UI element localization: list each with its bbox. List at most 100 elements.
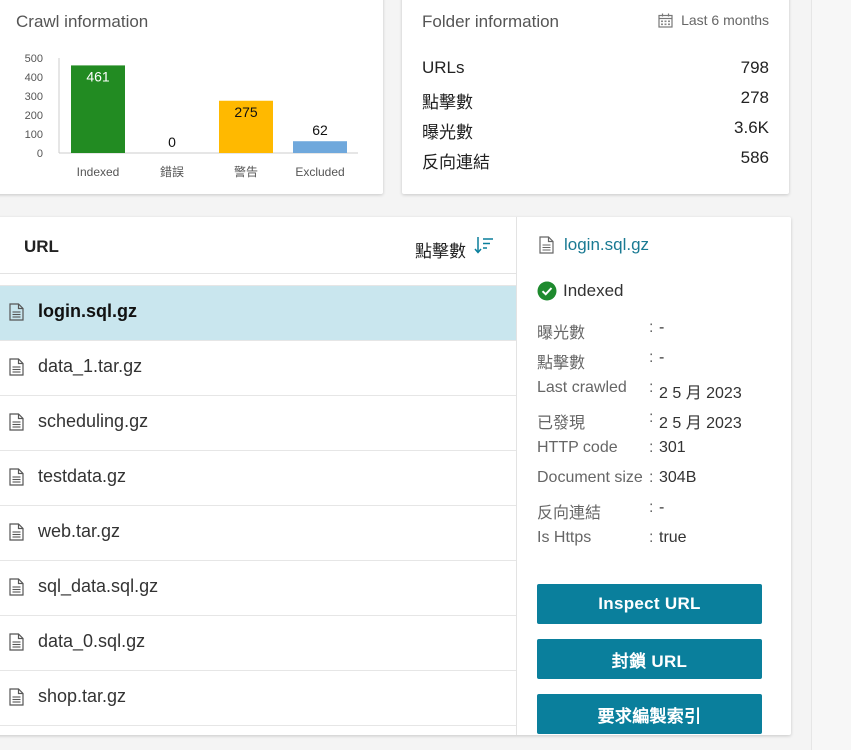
x-category-label: Indexed bbox=[77, 165, 120, 179]
request-indexing-button[interactable]: 要求編製索引 bbox=[537, 694, 762, 734]
file-icon bbox=[9, 523, 24, 546]
detail-field: 曝光數: - bbox=[537, 319, 777, 343]
detail-field-label: Is Https bbox=[537, 529, 592, 546]
detail-field-sep: : bbox=[649, 499, 654, 516]
detail-field-value: 2 5 月 2023 bbox=[659, 385, 742, 402]
date-range-selector[interactable]: Last 6 months bbox=[658, 12, 769, 28]
detail-header: login.sql.gz bbox=[539, 235, 649, 255]
detail-field-sep: : bbox=[649, 529, 654, 546]
file-icon bbox=[9, 688, 24, 711]
folder-stat-urls: URLs 798 bbox=[422, 58, 769, 80]
table-row[interactable]: sql_data.sql.gz bbox=[0, 561, 516, 616]
detail-field-value: - bbox=[659, 499, 665, 516]
detail-field: Last crawled:2 5 月 2023 bbox=[537, 379, 777, 403]
detail-field-sep: : bbox=[649, 439, 654, 456]
url-list-header: URL 點擊數 bbox=[0, 217, 516, 274]
detail-field-label: HTTP code bbox=[537, 439, 618, 456]
check-circle-icon bbox=[537, 281, 557, 301]
folder-info-title: Folder information bbox=[422, 12, 560, 31]
detail-field-value: - bbox=[659, 319, 665, 336]
stat-value: 278 bbox=[740, 88, 769, 107]
page-gutter bbox=[811, 0, 851, 750]
column-header-url[interactable]: URL bbox=[24, 237, 59, 257]
detail-field: 已發現:2 5 月 2023 bbox=[537, 409, 777, 433]
x-category-label: 錯誤 bbox=[160, 164, 184, 179]
y-tick-label: 400 bbox=[25, 72, 43, 84]
stat-label: URLs bbox=[422, 58, 465, 77]
detail-file-link[interactable]: login.sql.gz bbox=[564, 235, 649, 255]
detail-field-sep: : bbox=[649, 469, 654, 486]
bar[interactable] bbox=[293, 141, 347, 153]
table-row[interactable]: login.sql.gz bbox=[0, 286, 516, 341]
x-category-label: 警告 bbox=[234, 164, 258, 179]
x-category-label: Excluded bbox=[295, 165, 344, 179]
bar-value-label: 275 bbox=[234, 104, 258, 120]
block-url-button[interactable]: 封鎖 URL bbox=[537, 639, 762, 679]
row-file-name: testdata.gz bbox=[38, 466, 127, 486]
row-file-name: login.sql.gz bbox=[38, 301, 137, 321]
bar-value-label: 0 bbox=[168, 134, 176, 150]
column-header-clicks[interactable]: 點擊數 bbox=[415, 237, 466, 262]
detail-field-label: 曝光數 bbox=[537, 325, 586, 342]
detail-field-sep: : bbox=[649, 409, 654, 426]
url-list-body[interactable]: wp-content2023.gz login.sql.gz data_1.tar.… bbox=[0, 274, 516, 735]
table-row[interactable]: web.tar.gz bbox=[0, 506, 516, 561]
index-status: Indexed bbox=[537, 281, 624, 301]
file-icon bbox=[9, 413, 24, 436]
stat-value: 586 bbox=[740, 148, 769, 167]
detail-field-sep: : bbox=[649, 379, 654, 396]
detail-field: Document size:304B bbox=[537, 469, 777, 493]
detail-field-label: 反向連結 bbox=[537, 505, 602, 522]
date-range-label: Last 6 months bbox=[681, 12, 769, 28]
detail-field-value: 2 5 月 2023 bbox=[659, 415, 742, 432]
row-file-name: scheduling.gz bbox=[38, 411, 149, 431]
y-tick-label: 100 bbox=[25, 129, 43, 141]
file-icon bbox=[539, 236, 554, 254]
bar-value-label: 62 bbox=[312, 122, 328, 138]
folder-stat-clicks: 點擊數 278 bbox=[422, 88, 769, 112]
row-file-name: web.tar.gz bbox=[38, 521, 121, 541]
stat-label: 反向連結 bbox=[422, 153, 490, 172]
url-detail-pane: login.sql.gz Indexed 曝光數: - 點擊數: - Last craw… bbox=[516, 217, 791, 735]
file-icon bbox=[9, 358, 24, 381]
stat-value: 3.6K bbox=[734, 118, 769, 137]
url-list-card: URL 點擊數 wp-content2023.gz login.sql.gz dat… bbox=[0, 217, 791, 735]
detail-field: Is Https: true bbox=[537, 529, 777, 553]
file-icon bbox=[9, 633, 24, 656]
table-row[interactable]: scheduling.gz bbox=[0, 396, 516, 451]
y-tick-label: 200 bbox=[25, 110, 43, 122]
row-file-name: data_1.tar.gz bbox=[38, 356, 143, 376]
file-icon bbox=[9, 303, 24, 326]
table-row[interactable]: data_1.tar.gz bbox=[0, 341, 516, 396]
detail-field-label: Last crawled bbox=[537, 379, 627, 396]
detail-field-label: 已發現 bbox=[537, 415, 586, 432]
detail-field-sep: : bbox=[649, 319, 654, 336]
file-icon bbox=[9, 578, 24, 601]
inspect-url-button[interactable]: Inspect URL bbox=[537, 584, 762, 624]
detail-field-value: 304B bbox=[659, 469, 697, 486]
y-tick-label: 500 bbox=[25, 53, 43, 65]
detail-field-label: 點擊數 bbox=[537, 355, 586, 372]
detail-field-sep: : bbox=[649, 349, 654, 366]
detail-field: HTTP code:301 bbox=[537, 439, 777, 463]
stat-label: 曝光數 bbox=[422, 123, 473, 142]
file-icon bbox=[9, 468, 24, 491]
table-row[interactable]: data_0.sql.gz bbox=[0, 616, 516, 671]
detail-field-value: - bbox=[659, 349, 665, 366]
row-file-name: data_0.sql.gz bbox=[38, 631, 146, 651]
table-row[interactable]: wp-content2023.gz bbox=[0, 274, 516, 286]
calendar-icon bbox=[658, 13, 673, 28]
y-tick-label: 300 bbox=[25, 91, 43, 103]
stat-value: 798 bbox=[740, 58, 769, 77]
url-list-pane: URL 點擊數 wp-content2023.gz login.sql.gz dat… bbox=[0, 217, 516, 735]
table-row[interactable]: shop.tar.gz bbox=[0, 671, 516, 726]
sort-descending-icon[interactable] bbox=[474, 235, 494, 260]
row-file-name: shop.tar.gz bbox=[38, 686, 127, 706]
crawl-bar-chart: 0 100 200 300 400 500 461 Indexed 0 錯誤 275 警告 62 Excl… bbox=[25, 53, 358, 179]
row-file-name: sql_data.sql.gz bbox=[38, 576, 159, 596]
folder-stat-impressions: 曝光數 3.6K bbox=[422, 118, 769, 142]
table-row[interactable]: testdata.gz bbox=[0, 451, 516, 506]
detail-field-value: true bbox=[659, 529, 687, 546]
detail-field-value: 301 bbox=[659, 439, 686, 456]
detail-field: 反向連結: - bbox=[537, 499, 777, 523]
